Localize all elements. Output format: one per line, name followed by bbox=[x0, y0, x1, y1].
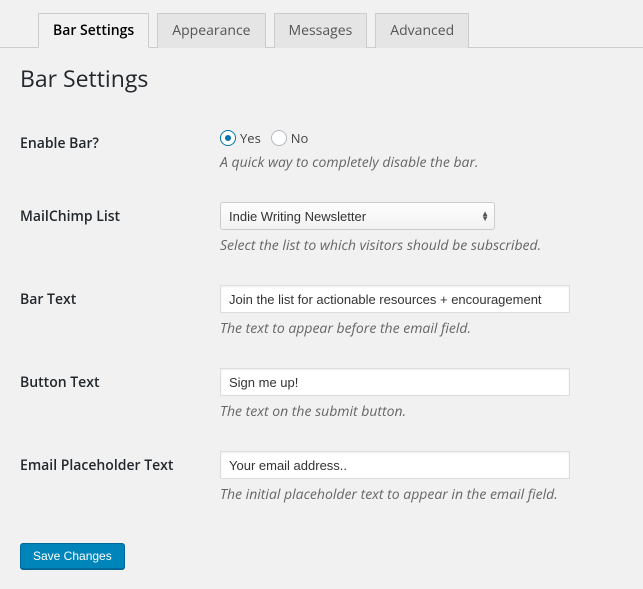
button-text-label: Button Text bbox=[20, 353, 220, 436]
enable-bar-yes-label: Yes bbox=[240, 129, 261, 147]
mailchimp-list-description: Select the list to which visitors should… bbox=[220, 236, 613, 255]
email-placeholder-description: The initial placeholder text to appear i… bbox=[220, 485, 613, 504]
mailchimp-list-label: MailChimp List bbox=[20, 187, 220, 270]
button-text-description: The text on the submit button. bbox=[220, 402, 613, 421]
tab-messages[interactable]: Messages bbox=[274, 13, 368, 48]
email-placeholder-label: Email Placeholder Text bbox=[20, 436, 220, 519]
tab-appearance[interactable]: Appearance bbox=[157, 13, 265, 48]
settings-tabs: Bar Settings Appearance Messages Advance… bbox=[0, 0, 643, 48]
settings-form: Enable Bar? Yes No A quick way to comple… bbox=[20, 114, 623, 519]
tab-bar-settings[interactable]: Bar Settings bbox=[38, 13, 149, 48]
enable-bar-yes-radio[interactable] bbox=[220, 130, 236, 146]
save-changes-button[interactable]: Save Changes bbox=[20, 543, 125, 569]
email-placeholder-input[interactable] bbox=[220, 451, 570, 479]
bar-text-input[interactable] bbox=[220, 285, 570, 313]
bar-text-description: The text to appear before the email fiel… bbox=[220, 319, 613, 338]
enable-bar-no-label: No bbox=[291, 129, 309, 147]
page-title: Bar Settings bbox=[20, 62, 623, 94]
button-text-input[interactable] bbox=[220, 368, 570, 396]
tab-advanced[interactable]: Advanced bbox=[375, 13, 469, 48]
bar-text-label: Bar Text bbox=[20, 270, 220, 353]
enable-bar-no-radio[interactable] bbox=[271, 130, 287, 146]
enable-bar-label: Enable Bar? bbox=[20, 114, 220, 187]
mailchimp-list-select[interactable]: Indie Writing Newsletter bbox=[220, 202, 495, 230]
enable-bar-description: A quick way to completely disable the ba… bbox=[220, 153, 613, 172]
